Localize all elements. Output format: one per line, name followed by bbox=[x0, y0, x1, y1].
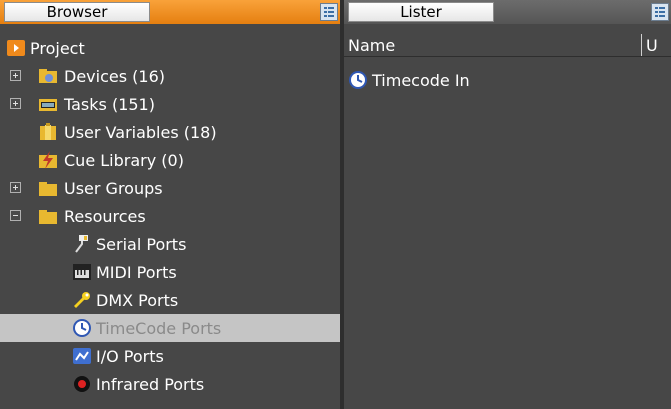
tree-item-label: Resources bbox=[64, 207, 146, 226]
tree-item-label: User Variables (18) bbox=[64, 123, 217, 142]
lister-titlebar: Lister bbox=[344, 0, 671, 24]
tree-item-label: User Groups bbox=[64, 179, 163, 198]
tree-item-tasks[interactable]: Tasks (151) bbox=[0, 90, 340, 118]
tree-item-label: Cue Library (0) bbox=[64, 151, 184, 170]
expand-icon[interactable] bbox=[10, 98, 21, 109]
tree-item-label: DMX Ports bbox=[96, 291, 179, 310]
tree-item-user-groups[interactable]: User Groups bbox=[0, 174, 340, 202]
folder-icon bbox=[39, 210, 57, 224]
tree-item-infrared-ports[interactable]: Infrared Ports bbox=[0, 370, 340, 398]
browser-pane: Browser Project Devices (16) Tasks (151)… bbox=[0, 0, 340, 409]
serial-port-icon bbox=[75, 235, 88, 253]
list-item[interactable]: Timecode In bbox=[344, 66, 671, 94]
tree-item-resources[interactable]: Resources bbox=[0, 202, 340, 230]
list-item-label: Timecode In bbox=[372, 71, 470, 90]
column-divider[interactable] bbox=[641, 34, 642, 56]
tree-item-label: TimeCode Ports bbox=[96, 319, 222, 338]
browser-menu-icon[interactable] bbox=[320, 3, 338, 21]
clock-icon bbox=[349, 71, 367, 89]
column-header-u[interactable]: U bbox=[646, 36, 658, 55]
cue-library-icon bbox=[39, 151, 57, 169]
tree-item-label: Serial Ports bbox=[96, 235, 187, 254]
project-icon bbox=[7, 40, 25, 56]
collapse-icon[interactable] bbox=[10, 210, 21, 221]
tree-item-cue-library[interactable]: Cue Library (0) bbox=[0, 146, 340, 174]
tree-item-label: Tasks (151) bbox=[64, 95, 155, 114]
user-variables-icon bbox=[40, 123, 56, 140]
expand-icon[interactable] bbox=[10, 70, 21, 81]
tree-item-user-variables[interactable]: User Variables (18) bbox=[0, 118, 340, 146]
tree-item-dmx-ports[interactable]: DMX Ports bbox=[0, 286, 340, 314]
tree-item-label: I/O Ports bbox=[96, 347, 164, 366]
tree-item-io-ports[interactable]: I/O Ports bbox=[0, 342, 340, 370]
tree-item-devices[interactable]: Devices (16) bbox=[0, 62, 340, 90]
lister-pane: Lister Name U Timecode In bbox=[344, 0, 671, 409]
expand-icon[interactable] bbox=[10, 182, 21, 193]
devices-icon bbox=[39, 69, 57, 83]
lister-tab[interactable]: Lister bbox=[348, 2, 494, 22]
tree-item-timecode-ports[interactable]: TimeCode Ports bbox=[0, 314, 340, 342]
column-header-name[interactable]: Name bbox=[348, 36, 395, 55]
dmx-port-icon bbox=[74, 292, 90, 308]
tree-item-serial-ports[interactable]: Serial Ports bbox=[0, 230, 340, 258]
tree-item-label: Infrared Ports bbox=[96, 375, 205, 394]
tree-item-label: Devices (16) bbox=[64, 67, 165, 86]
infrared-port-icon bbox=[74, 376, 90, 392]
midi-port-icon bbox=[73, 264, 91, 280]
io-port-icon bbox=[73, 348, 91, 364]
tree-item-label: Project bbox=[30, 39, 85, 58]
folder-icon bbox=[39, 182, 57, 196]
tasks-icon bbox=[39, 99, 57, 111]
lister-menu-icon[interactable] bbox=[651, 3, 669, 21]
tree-item-midi-ports[interactable]: MIDI Ports bbox=[0, 258, 340, 286]
browser-tab[interactable]: Browser bbox=[4, 2, 150, 22]
tree-item-label: MIDI Ports bbox=[96, 263, 177, 282]
tree-item-project[interactable]: Project bbox=[0, 34, 340, 62]
browser-titlebar: Browser bbox=[0, 0, 340, 24]
clock-icon bbox=[73, 319, 91, 337]
